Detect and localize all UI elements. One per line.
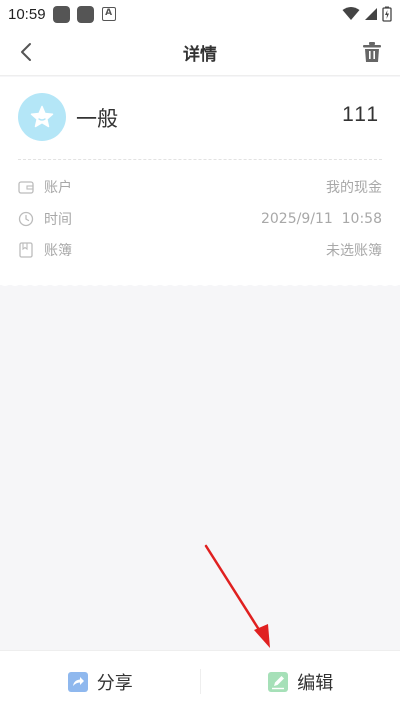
status-time: 10:59 [8,5,46,23]
clock-icon [18,211,34,227]
time-label: 时间 [44,212,72,228]
page-title: 详情 [183,45,217,65]
star-icon [30,105,54,128]
category-icon [18,93,66,141]
time-value: 2025/9/11 10:58 [260,211,382,227]
status-indicators [342,6,392,22]
divider [18,159,382,160]
amount: 111 [342,103,380,126]
ledger-label: 账簿 [44,243,72,259]
card-wavy-edge [0,278,400,286]
ledger-value: 未选账簿 [326,243,382,259]
record-detail-card: 一般 111 账户 我的现金 时间 2025/9/11 10:58 账簿 未选账… [0,77,400,285]
notification-icon [76,5,94,23]
wifi-icon [342,7,360,20]
battery-icon [382,6,392,22]
book-icon [18,242,34,258]
share-icon [67,671,88,692]
delete-button[interactable] [358,38,386,66]
app-notification-icon: A [101,7,116,21]
time-row: 时间 2025/9/11 10:58 [18,208,382,230]
bottom-action-bar: 分享 编辑 [0,650,400,712]
share-label: 分享 [96,672,133,694]
wallet-icon [18,179,34,195]
edit-icon [268,671,289,692]
ledger-row: 账簿 未选账簿 [18,239,382,261]
signal-icon [365,8,377,20]
category-name: 一般 [76,107,118,131]
trash-icon [363,42,381,62]
header: 详情 [0,28,400,76]
account-label: 账户 [44,180,72,196]
edit-label: 编辑 [297,672,334,694]
edit-button[interactable]: 编辑 [201,651,400,712]
account-row: 账户 我的现金 [18,176,382,198]
screen: 10:59 A 详情 一般 111 账户 我的现金 时间 2025/9/11 1… [0,0,400,712]
account-value: 我的现金 [326,180,382,196]
notification-icon [52,5,70,23]
status-bar: 10:59 A [0,0,400,28]
share-button[interactable]: 分享 [0,651,200,712]
